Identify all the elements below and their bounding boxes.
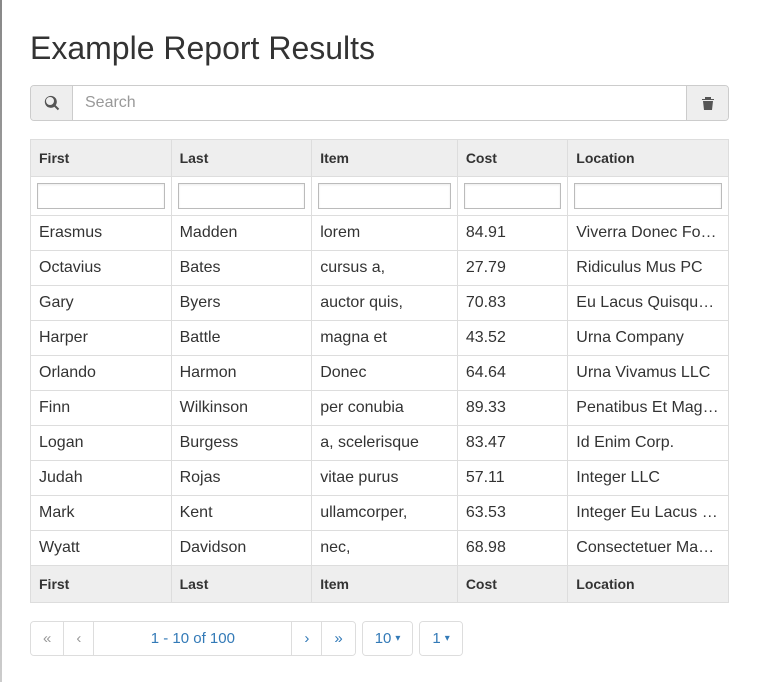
- cell-last: Kent: [171, 496, 312, 531]
- page-last-button[interactable]: »: [322, 622, 354, 655]
- cell-last: Battle: [171, 321, 312, 356]
- cell-cost: 89.33: [457, 391, 567, 426]
- cell-item: ullamcorper,: [312, 496, 458, 531]
- cell-item: cursus a,: [312, 251, 458, 286]
- cell-location: Viverra Donec Foundation: [568, 216, 729, 251]
- cell-location: Id Enim Corp.: [568, 426, 729, 461]
- cell-item: auctor quis,: [312, 286, 458, 321]
- cell-first: Harper: [31, 321, 172, 356]
- cell-location: Integer LLC: [568, 461, 729, 496]
- cell-cost: 43.52: [457, 321, 567, 356]
- cell-location: Urna Company: [568, 321, 729, 356]
- table-row: OrlandoHarmonDonec64.64Urna Vivamus LLC: [31, 356, 729, 391]
- cell-cost: 63.53: [457, 496, 567, 531]
- table-row: LoganBurgessa, scelerisque83.47Id Enim C…: [31, 426, 729, 461]
- search-input[interactable]: [73, 86, 686, 120]
- cell-last: Bates: [171, 251, 312, 286]
- table-row: HarperBattlemagna et43.52Urna Company: [31, 321, 729, 356]
- cell-item: lorem: [312, 216, 458, 251]
- col-header-last[interactable]: Last: [171, 140, 312, 177]
- cell-location: Urna Vivamus LLC: [568, 356, 729, 391]
- cell-location: Eu Lacus Quisque Corp.: [568, 286, 729, 321]
- table-row: ErasmusMaddenlorem84.91Viverra Donec Fou…: [31, 216, 729, 251]
- table-row: MarkKentullamcorper,63.53Integer Eu Lacu…: [31, 496, 729, 531]
- col-header-cost[interactable]: Cost: [457, 140, 567, 177]
- search-bar: [30, 85, 729, 121]
- trash-icon: [700, 95, 716, 111]
- col-header-location[interactable]: Location: [568, 140, 729, 177]
- cell-first: Mark: [31, 496, 172, 531]
- cell-cost: 64.64: [457, 356, 567, 391]
- table-row: OctaviusBatescursus a,27.79Ridiculus Mus…: [31, 251, 729, 286]
- pagination: « ‹ 1 - 10 of 100 › » 10 ▾ 1 ▾: [30, 621, 729, 656]
- cell-first: Gary: [31, 286, 172, 321]
- filter-cost-input[interactable]: [464, 183, 561, 209]
- filter-item-input[interactable]: [318, 183, 451, 209]
- cell-location: Integer Eu Lacus Inc.: [568, 496, 729, 531]
- cell-last: Burgess: [171, 426, 312, 461]
- page-first-button[interactable]: «: [31, 622, 64, 655]
- cell-last: Wilkinson: [171, 391, 312, 426]
- filter-location-input[interactable]: [574, 183, 722, 209]
- cell-item: Donec: [312, 356, 458, 391]
- cell-cost: 83.47: [457, 426, 567, 461]
- cell-location: Consectetuer Mauris Corp.: [568, 531, 729, 566]
- cell-item: vitae purus: [312, 461, 458, 496]
- cell-cost: 70.83: [457, 286, 567, 321]
- page-number-value: 1: [432, 630, 440, 647]
- cell-cost: 84.91: [457, 216, 567, 251]
- cell-cost: 57.11: [457, 461, 567, 496]
- clear-search-button[interactable]: [686, 86, 728, 120]
- cell-item: a, scelerisque: [312, 426, 458, 461]
- table-row: WyattDavidsonnec,68.98Consectetuer Mauri…: [31, 531, 729, 566]
- col-footer-item: Item: [312, 566, 458, 603]
- page-title: Example Report Results: [30, 30, 729, 67]
- filter-row: [31, 177, 729, 216]
- cell-first: Erasmus: [31, 216, 172, 251]
- col-footer-first: First: [31, 566, 172, 603]
- search-button[interactable]: [31, 86, 73, 120]
- table-row: JudahRojasvitae purus57.11Integer LLC: [31, 461, 729, 496]
- cell-item: nec,: [312, 531, 458, 566]
- col-header-item[interactable]: Item: [312, 140, 458, 177]
- caret-down-icon: ▾: [395, 633, 400, 644]
- filter-first-input[interactable]: [37, 183, 165, 209]
- cell-last: Harmon: [171, 356, 312, 391]
- cell-last: Davidson: [171, 531, 312, 566]
- col-footer-last: Last: [171, 566, 312, 603]
- table-row: GaryByersauctor quis,70.83Eu Lacus Quisq…: [31, 286, 729, 321]
- table-row: FinnWilkinsonper conubia89.33Penatibus E…: [31, 391, 729, 426]
- cell-first: Orlando: [31, 356, 172, 391]
- col-footer-location: Location: [568, 566, 729, 603]
- cell-first: Octavius: [31, 251, 172, 286]
- cell-location: Ridiculus Mus PC: [568, 251, 729, 286]
- col-header-first[interactable]: First: [31, 140, 172, 177]
- page-prev-button[interactable]: ‹: [64, 622, 94, 655]
- cell-first: Wyatt: [31, 531, 172, 566]
- cell-first: Logan: [31, 426, 172, 461]
- cell-item: magna et: [312, 321, 458, 356]
- cell-location: Penatibus Et Magnis LLC: [568, 391, 729, 426]
- page-range: 1 - 10 of 100: [94, 622, 292, 655]
- page-size-select[interactable]: 10 ▾: [363, 622, 413, 655]
- col-footer-cost: Cost: [457, 566, 567, 603]
- filter-last-input[interactable]: [178, 183, 306, 209]
- results-table: First Last Item Cost Location ErasmusMad…: [30, 139, 729, 603]
- page-next-button[interactable]: ›: [292, 622, 322, 655]
- table-footer-row: First Last Item Cost Location: [31, 566, 729, 603]
- caret-down-icon: ▾: [445, 633, 450, 644]
- page-size-value: 10: [375, 630, 392, 647]
- cell-last: Madden: [171, 216, 312, 251]
- cell-last: Rojas: [171, 461, 312, 496]
- cell-cost: 68.98: [457, 531, 567, 566]
- cell-first: Finn: [31, 391, 172, 426]
- cell-last: Byers: [171, 286, 312, 321]
- cell-item: per conubia: [312, 391, 458, 426]
- cell-first: Judah: [31, 461, 172, 496]
- page-number-select[interactable]: 1 ▾: [420, 622, 461, 655]
- search-icon: [44, 95, 60, 111]
- cell-cost: 27.79: [457, 251, 567, 286]
- table-header-row: First Last Item Cost Location: [31, 140, 729, 177]
